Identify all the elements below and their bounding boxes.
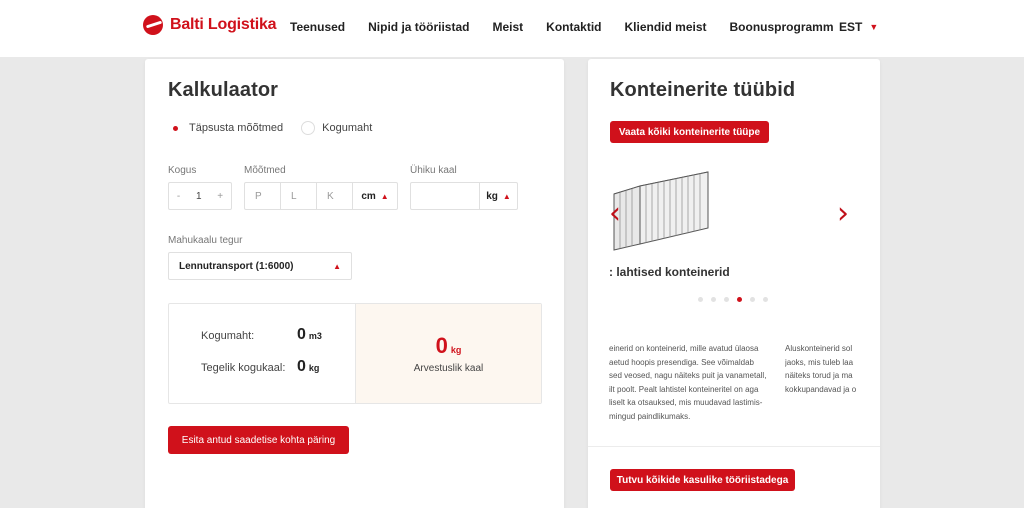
dimensions-input-group: P L K cm ▲	[244, 182, 398, 210]
radio-label: Täpsusta mõõtmed	[189, 122, 284, 134]
radio-specify-dimensions[interactable]: Täpsusta mõõtmed	[168, 121, 283, 135]
useful-tools-button[interactable]: Tutvu kõikide kasulike tööriistadega	[610, 469, 795, 491]
total-volume-unit: m3	[308, 331, 322, 341]
nav-item-tips-tools[interactable]: Nipid ja tööriistad	[368, 20, 469, 34]
main-nav: Teenused Nipid ja tööriistad Meist Konta…	[290, 20, 857, 34]
volume-factor-value: Lennutransport (1:6000)	[179, 260, 294, 272]
nav-item-testimonials[interactable]: Kliendid meist	[625, 20, 707, 34]
open-top-container-image	[613, 171, 709, 251]
chargeable-weight-panel: 0 kg Arvestuslik kaal	[355, 304, 541, 403]
divider	[588, 446, 880, 447]
carousel-dot[interactable]	[750, 297, 755, 302]
unit-weight-input[interactable]	[411, 183, 480, 209]
length-input[interactable]: P	[245, 183, 281, 209]
actual-weight-unit: kg	[308, 363, 320, 373]
total-volume-value: 0 m3	[297, 326, 322, 343]
unit-weight-label: Ühiku kaal	[410, 165, 457, 176]
site-header: Balti Logistika Teenused Nipid ja töörii…	[0, 0, 1024, 57]
view-all-containers-button[interactable]: Vaata kõiki konteinerite tüüpe	[610, 121, 769, 143]
quantity-label: Kogus	[168, 165, 197, 176]
slide-title: : lahtised konteinerid	[609, 265, 730, 279]
logo[interactable]: Balti Logistika	[143, 15, 277, 35]
calculator-title: Kalkulaator	[168, 79, 279, 101]
volume-factor-label: Mahukaalu tegur	[168, 235, 243, 246]
radio-dot-selected	[168, 121, 182, 135]
total-volume-label: Kogumaht:	[201, 330, 255, 342]
carousel-next-button[interactable]: ›	[837, 196, 849, 231]
unit-weight-input-group: kg ▲	[410, 182, 518, 210]
chevron-up-icon: ▲	[502, 191, 511, 201]
carousel-prev-button[interactable]: ‹	[609, 196, 621, 231]
language-label: EST	[839, 20, 863, 34]
container-types-card: Konteinerite tüübid Vaata kõiki konteine…	[588, 59, 880, 508]
quantity-value[interactable]: 1	[196, 191, 202, 202]
chargeable-weight-value: 0 kg	[435, 333, 462, 358]
carousel-dot[interactable]	[724, 297, 729, 302]
nav-item-services[interactable]: Teenused	[290, 20, 345, 34]
actual-weight-label: Tegelik kogukaal:	[201, 362, 286, 374]
container-types-title: Konteinerite tüübid	[610, 79, 796, 101]
result-panel: Kogumaht: 0 m3 Tegelik kogukaal: 0 kg 0 kg …	[168, 303, 542, 404]
chargeable-weight-label: Arvestuslik kaal	[413, 363, 484, 374]
carousel-dot[interactable]	[698, 297, 703, 302]
logo-text: Balti Logistika	[170, 16, 277, 33]
carousel-dot-active[interactable]	[737, 297, 742, 302]
radio-dot	[301, 121, 316, 135]
height-input[interactable]: K	[317, 183, 353, 209]
chevron-up-icon: ▲	[333, 261, 341, 271]
result-totals: Kogumaht: 0 m3 Tegelik kogukaal: 0 kg	[169, 304, 355, 403]
weight-unit-select[interactable]: kg ▲	[480, 191, 517, 202]
actual-weight-value: 0 kg	[297, 358, 320, 375]
minus-button[interactable]: -	[177, 191, 180, 202]
language-selector[interactable]: EST ▼	[839, 20, 878, 34]
actual-weight-row: Tegelik kogukaal: 0 kg	[201, 358, 319, 375]
dimension-unit-select[interactable]: cm ▲	[353, 191, 397, 202]
slide-description: einerid on konteinerid, mille avatud üla…	[609, 344, 767, 421]
submit-inquiry-button[interactable]: Esita antud saadetise kohta päring	[168, 426, 349, 454]
logo-icon	[143, 15, 163, 35]
chargeable-weight-unit: kg	[450, 345, 462, 355]
total-volume-row: Kogumaht: 0 m3	[201, 326, 322, 343]
next-slide-description: Aluskonteinerid sol jaoks, mis tuleb laa…	[785, 344, 857, 394]
measure-mode-radio-group: Täpsusta mõõtmed Kogumaht	[168, 121, 392, 135]
carousel-dots	[698, 297, 776, 302]
volume-factor-select[interactable]: Lennutransport (1:6000) ▲	[168, 252, 352, 280]
carousel-dot[interactable]	[711, 297, 716, 302]
weight-unit-label: kg	[486, 190, 498, 202]
radio-total-volume[interactable]: Kogumaht	[301, 121, 372, 135]
nav-item-bonus-program[interactable]: Boonusprogramm	[730, 20, 834, 34]
quantity-stepper: - 1 +	[168, 182, 232, 210]
nav-item-contacts[interactable]: Kontaktid	[546, 20, 601, 34]
dimensions-label: Mõõtmed	[244, 165, 286, 176]
chevron-down-icon: ▼	[869, 22, 879, 32]
plus-button[interactable]: +	[217, 191, 223, 202]
calculator-card: Kalkulaator Täpsusta mõõtmed Kogumaht Ko…	[145, 59, 564, 508]
carousel-dot[interactable]	[763, 297, 768, 302]
nav-item-about[interactable]: Meist	[492, 20, 523, 34]
dimension-unit-label: cm	[361, 190, 376, 202]
radio-label: Kogumaht	[322, 122, 373, 134]
chevron-up-icon: ▲	[380, 191, 389, 201]
width-input[interactable]: L	[281, 183, 317, 209]
